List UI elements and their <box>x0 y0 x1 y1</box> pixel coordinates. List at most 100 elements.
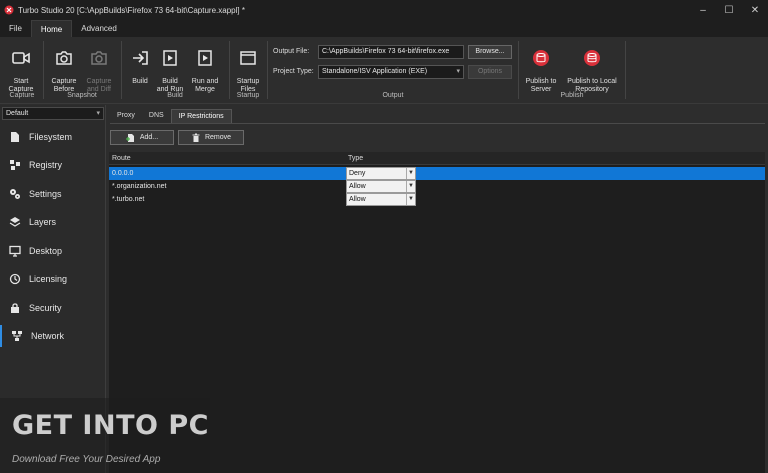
type-value: Deny <box>349 170 366 177</box>
watermark-subtitle: Download Free Your Desired App <box>12 454 161 465</box>
column-header-route[interactable]: Route <box>112 152 131 165</box>
type-select[interactable]: Allow ▼ <box>346 180 416 193</box>
sidebar-item-label: Licensing <box>29 274 68 284</box>
camera-icon <box>91 51 107 65</box>
network-subtabs: Proxy DNS IP Restrictions <box>110 109 232 123</box>
lock-icon <box>11 303 19 313</box>
route-cell[interactable]: 0.0.0.0 <box>112 167 133 180</box>
database-upload-icon <box>533 50 549 66</box>
startup-files-label: Startup Files <box>236 78 260 93</box>
group-label-startup: Startup <box>236 92 260 99</box>
capture-before-button[interactable]: Capture Before <box>45 41 83 94</box>
table-row[interactable]: *.turbo.net Allow ▼ <box>109 193 765 206</box>
browse-button[interactable]: Browse... <box>468 45 512 59</box>
capture-and-diff-button[interactable]: Capture and Diff <box>80 41 118 94</box>
options-button[interactable]: Options <box>468 65 512 79</box>
group-label-snapshot: Snapshot <box>67 92 97 99</box>
sidebar-item-label: Layers <box>29 217 57 227</box>
sidebar-item-desktop[interactable]: Desktop <box>0 240 106 262</box>
tab-dns[interactable]: DNS <box>142 109 171 123</box>
route-cell[interactable]: *.turbo.net <box>112 193 144 206</box>
remove-button[interactable]: Remove <box>178 130 244 145</box>
sidebar-item-layers[interactable]: Layers <box>0 211 106 233</box>
sidebar-item-licensing[interactable]: Licensing <box>0 268 106 290</box>
build-label: Build <box>132 78 148 85</box>
tab-ip-restrictions[interactable]: IP Restrictions <box>170 109 232 123</box>
capture-and-diff-label: Capture and Diff <box>86 78 112 93</box>
add-button[interactable]: Add... <box>110 130 174 145</box>
build-and-run-button[interactable]: Build and Run <box>151 41 189 94</box>
sidebar-item-security[interactable]: Security <box>0 297 106 319</box>
sidebar-item-label: Desktop <box>29 246 63 256</box>
startup-files-button[interactable]: Startup Files <box>229 41 267 94</box>
start-capture-label: Start Capture <box>8 78 34 93</box>
group-label-publish: Publish <box>560 92 584 99</box>
network-icon <box>12 331 22 341</box>
group-label-capture: Capture <box>9 92 35 99</box>
play-icon <box>163 50 177 66</box>
tab-proxy[interactable]: Proxy <box>110 109 142 123</box>
database-icon <box>584 50 600 66</box>
subtab-divider <box>110 123 765 124</box>
table-row[interactable]: 0.0.0.0 Deny ▼ <box>109 167 765 180</box>
layers-icon <box>9 217 21 227</box>
ribbon-separator <box>267 41 268 99</box>
camera-icon <box>56 51 72 65</box>
route-cell[interactable]: *.organization.net <box>112 180 166 193</box>
project-type-label: Project Type: <box>273 68 314 75</box>
play-icon <box>198 50 212 66</box>
table-row[interactable]: *.organization.net Allow ▼ <box>109 180 765 193</box>
publish-to-local-label: Publish to Local Repository <box>567 78 617 93</box>
type-select[interactable]: Deny ▼ <box>346 167 416 180</box>
watermark-title: GET INTO PC <box>12 410 209 441</box>
sidebar-item-label: Security <box>29 303 62 313</box>
type-select[interactable]: Allow ▼ <box>346 193 416 206</box>
sidebar-item-registry[interactable]: Registry <box>0 154 106 176</box>
filesystem-icon <box>11 132 19 142</box>
sidebar-item-network[interactable]: Network <box>0 325 106 347</box>
ribbon: Start Capture Capture Capture Before Cap… <box>0 37 768 104</box>
build-and-run-label: Build and Run <box>156 78 184 93</box>
title-bar: Turbo Studio 20 [C:\AppBuilds\Firefox 73… <box>0 0 768 20</box>
build-icon <box>133 51 148 65</box>
column-header-type[interactable]: Type <box>348 152 363 165</box>
add-file-icon <box>125 133 134 142</box>
chevron-down-icon: ▼ <box>406 194 415 205</box>
project-type-select[interactable]: Standalone/ISV Application (EXE) ▾ <box>318 65 464 79</box>
maximize-button[interactable]: ☐ <box>716 0 742 20</box>
publish-to-local-button[interactable]: Publish to Local Repository <box>563 41 621 94</box>
turbo-logo-icon <box>4 5 14 15</box>
minimize-button[interactable]: – <box>690 0 716 20</box>
ribbon-separator <box>43 41 44 99</box>
chevron-down-icon: ▼ <box>406 168 415 179</box>
publish-to-server-label: Publish to Server <box>525 78 557 93</box>
table-header: Route Type <box>109 152 765 165</box>
run-and-merge-button[interactable]: Run and Merge <box>186 41 224 94</box>
sidebar-item-filesystem[interactable]: Filesystem <box>0 126 106 148</box>
ribbon-separator <box>625 41 626 99</box>
group-label-output: Output <box>382 92 404 99</box>
video-camera-icon <box>12 52 30 64</box>
publish-to-server-button[interactable]: Publish to Server <box>521 41 561 94</box>
chevron-down-icon: ▾ <box>96 110 100 117</box>
sidebar-item-settings[interactable]: Settings <box>0 183 106 205</box>
sidebar-item-label: Registry <box>29 160 63 170</box>
tab-file[interactable]: File <box>0 20 31 37</box>
start-capture-button[interactable]: Start Capture <box>2 41 40 94</box>
output-file-label: Output File: <box>273 48 310 55</box>
type-value: Allow <box>349 196 366 203</box>
type-value: Allow <box>349 183 366 190</box>
group-label-build: Build <box>167 92 183 99</box>
sidebar-item-label: Settings <box>29 189 62 199</box>
tab-advanced[interactable]: Advanced <box>72 20 126 37</box>
tab-home[interactable]: Home <box>30 20 73 37</box>
chevron-down-icon: ▼ <box>406 181 415 192</box>
output-file-field[interactable]: C:\AppBuilds\Firefox 73 64-bit\firefox.e… <box>318 45 464 59</box>
profile-select[interactable]: Default ▾ <box>2 107 104 120</box>
project-type-value: Standalone/ISV Application (EXE) <box>322 68 428 75</box>
window-title: Turbo Studio 20 [C:\AppBuilds\Firefox 73… <box>18 5 245 15</box>
close-button[interactable]: ✕ <box>742 0 768 20</box>
licensing-icon <box>9 273 21 285</box>
sidebar-item-label: Filesystem <box>29 132 73 142</box>
add-button-label: Add... <box>139 134 159 141</box>
